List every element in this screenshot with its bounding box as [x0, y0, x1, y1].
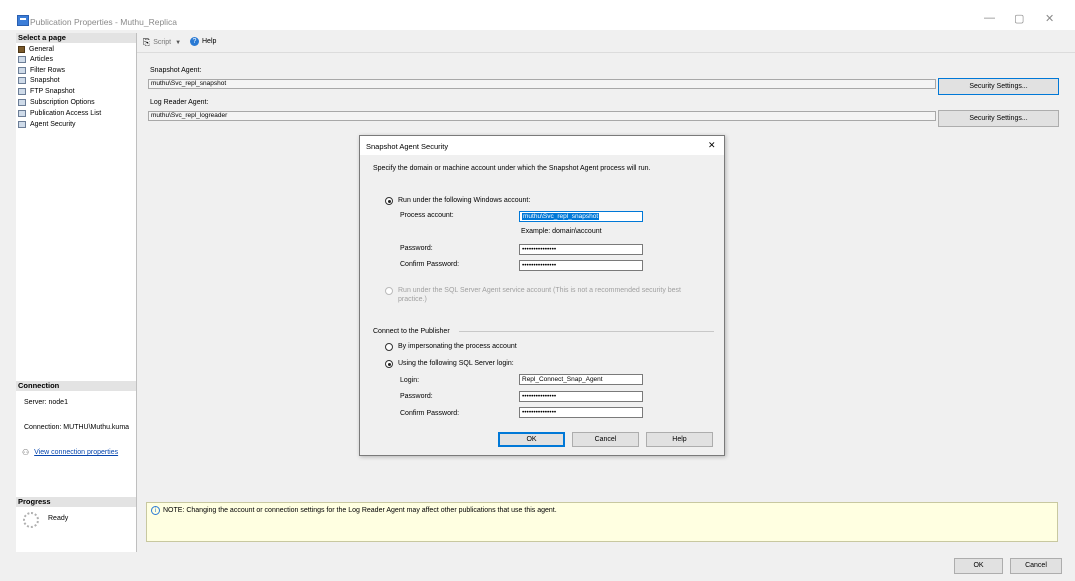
- login-password-input[interactable]: •••••••••••••••: [519, 391, 643, 402]
- connection-header: Connection: [16, 381, 136, 391]
- connection-name: Connection: MUTHU\Muthu.kuma: [24, 424, 130, 431]
- nav-label: FTP Snapshot: [30, 87, 75, 95]
- login-password-label: Password:: [400, 393, 433, 400]
- logreader-agent-field: muthu\Svc_repl_logreader: [148, 111, 936, 121]
- snapshot-agent-security-dialog: Snapshot Agent Security ✕ Specify the do…: [359, 135, 725, 456]
- script-button[interactable]: ⎘ Script ▼: [143, 37, 181, 48]
- snapshot-agent-field: muthu\Svc_repl_snapshot: [148, 79, 936, 89]
- help-icon: ?: [190, 37, 199, 46]
- maximize-button[interactable]: ▢: [1014, 12, 1024, 25]
- progress-status: Ready: [48, 515, 69, 522]
- nav-item-filter-rows[interactable]: Filter Rows: [18, 65, 65, 75]
- confirm-password-label: Confirm Password:: [400, 261, 460, 268]
- wrench-icon: [18, 45, 25, 53]
- login-label: Login:: [400, 377, 420, 384]
- title-bar: Publication Properties - Muthu_Replica —…: [0, 0, 1075, 30]
- progress-spinner-icon: [23, 512, 39, 528]
- snapshot-security-settings-button[interactable]: Security Settings...: [938, 78, 1059, 95]
- help-label: Help: [202, 38, 217, 45]
- radio-windows-account[interactable]: [385, 197, 393, 205]
- sql-login-label: Using the following SQL Server login:: [398, 360, 514, 367]
- ftp-icon: [18, 87, 26, 95]
- nav-item-publication-access-list[interactable]: Publication Access List: [18, 108, 101, 118]
- help-button[interactable]: ? Help: [190, 37, 216, 46]
- app-icon: [17, 15, 29, 26]
- impersonate-label: By impersonating the process account: [398, 343, 517, 350]
- note-panel: i NOTE: Changing the account or connecti…: [146, 502, 1058, 542]
- dialog-ok-button[interactable]: OK: [498, 432, 565, 447]
- window-title: Publication Properties - Muthu_Replica: [30, 17, 177, 27]
- lock-icon: [18, 120, 26, 128]
- nav-item-snapshot[interactable]: Snapshot: [18, 75, 60, 85]
- dialog-help-button[interactable]: Help: [646, 432, 713, 447]
- nav-label: Agent Security: [30, 120, 76, 128]
- password-input[interactable]: •••••••••••••••: [519, 244, 643, 255]
- nav-label: General: [29, 45, 54, 53]
- process-account-label: Process account:: [400, 212, 454, 219]
- nav-label: Subscription Options: [30, 98, 95, 106]
- dialog-cancel-button[interactable]: Cancel: [572, 432, 639, 447]
- nav-item-agent-security[interactable]: Agent Security: [18, 119, 76, 129]
- process-account-value: muthu\Svc_repl_snapshot: [522, 213, 600, 220]
- dialog-description: Specify the domain or machine account un…: [373, 165, 651, 172]
- users-icon: [18, 109, 26, 117]
- articles-icon: [18, 55, 26, 63]
- bottom-bar: OK Cancel: [0, 552, 1075, 581]
- login-confirm-label: Confirm Password:: [400, 410, 460, 417]
- close-button[interactable]: ✕: [1045, 12, 1054, 25]
- confirm-password-input[interactable]: •••••••••••••••: [519, 260, 643, 271]
- cancel-button[interactable]: Cancel: [1010, 558, 1062, 574]
- view-connection-properties[interactable]: ⚇ View connection properties: [22, 448, 118, 457]
- ok-button[interactable]: OK: [954, 558, 1003, 574]
- run-sql-agent-label-2: practice.): [398, 296, 427, 303]
- radio-impersonate[interactable]: [385, 343, 393, 351]
- info-icon: i: [151, 506, 160, 515]
- view-connection-link[interactable]: View connection properties: [34, 449, 118, 456]
- nav-label: Snapshot: [30, 76, 60, 84]
- login-input[interactable]: Repl_Connect_Snap_Agent: [519, 374, 643, 385]
- filter-icon: [18, 66, 26, 74]
- left-pane: Select a page General Articles Filter Ro…: [16, 33, 137, 552]
- chevron-down-icon[interactable]: ▼: [175, 40, 181, 46]
- process-account-input[interactable]: muthu\Svc_repl_snapshot: [519, 211, 643, 222]
- run-sql-agent-label-1: Run under the SQL Server Agent service a…: [398, 287, 681, 294]
- toolbar: ⎘ Script ▼ ? Help: [137, 33, 1075, 53]
- minimize-button[interactable]: —: [984, 12, 995, 24]
- connect-publisher-group: Connect to the Publisher: [373, 328, 450, 335]
- snapshot-agent-label: Snapshot Agent:: [150, 67, 202, 74]
- dialog-close-button[interactable]: ✕: [708, 140, 716, 151]
- nav-item-general[interactable]: General: [18, 44, 54, 54]
- run-windows-label: Run under the following Windows account:: [398, 197, 531, 204]
- radio-sql-agent-account[interactable]: [385, 287, 393, 295]
- dialog-title-bar: Snapshot Agent Security ✕: [360, 136, 724, 155]
- group-divider: [459, 331, 714, 332]
- password-label: Password:: [400, 245, 433, 252]
- subscription-icon: [18, 98, 26, 106]
- note-text: NOTE: Changing the account or connection…: [163, 507, 557, 514]
- logreader-agent-label: Log Reader Agent:: [150, 99, 209, 106]
- server-name: Server: node1: [24, 399, 68, 406]
- progress-header: Progress: [16, 497, 136, 507]
- radio-sql-login[interactable]: [385, 360, 393, 368]
- nav-item-subscription-options[interactable]: Subscription Options: [18, 97, 95, 107]
- select-page-header: Select a page: [16, 33, 136, 43]
- example-text: Example: domain\account: [521, 228, 602, 235]
- dialog-title: Snapshot Agent Security: [366, 142, 449, 151]
- login-confirm-input[interactable]: •••••••••••••••: [519, 407, 643, 418]
- nav-label: Publication Access List: [30, 109, 102, 117]
- nav-label: Filter Rows: [30, 66, 66, 74]
- snapshot-icon: [18, 76, 26, 84]
- nav-label: Articles: [30, 55, 53, 63]
- nav-item-ftp-snapshot[interactable]: FTP Snapshot: [18, 86, 75, 96]
- script-label: Script: [153, 39, 172, 46]
- logreader-security-settings-button[interactable]: Security Settings...: [938, 110, 1059, 127]
- nav-item-articles[interactable]: Articles: [18, 54, 53, 64]
- connection-icon: ⚇: [22, 448, 30, 457]
- script-icon: ⎘: [143, 37, 151, 47]
